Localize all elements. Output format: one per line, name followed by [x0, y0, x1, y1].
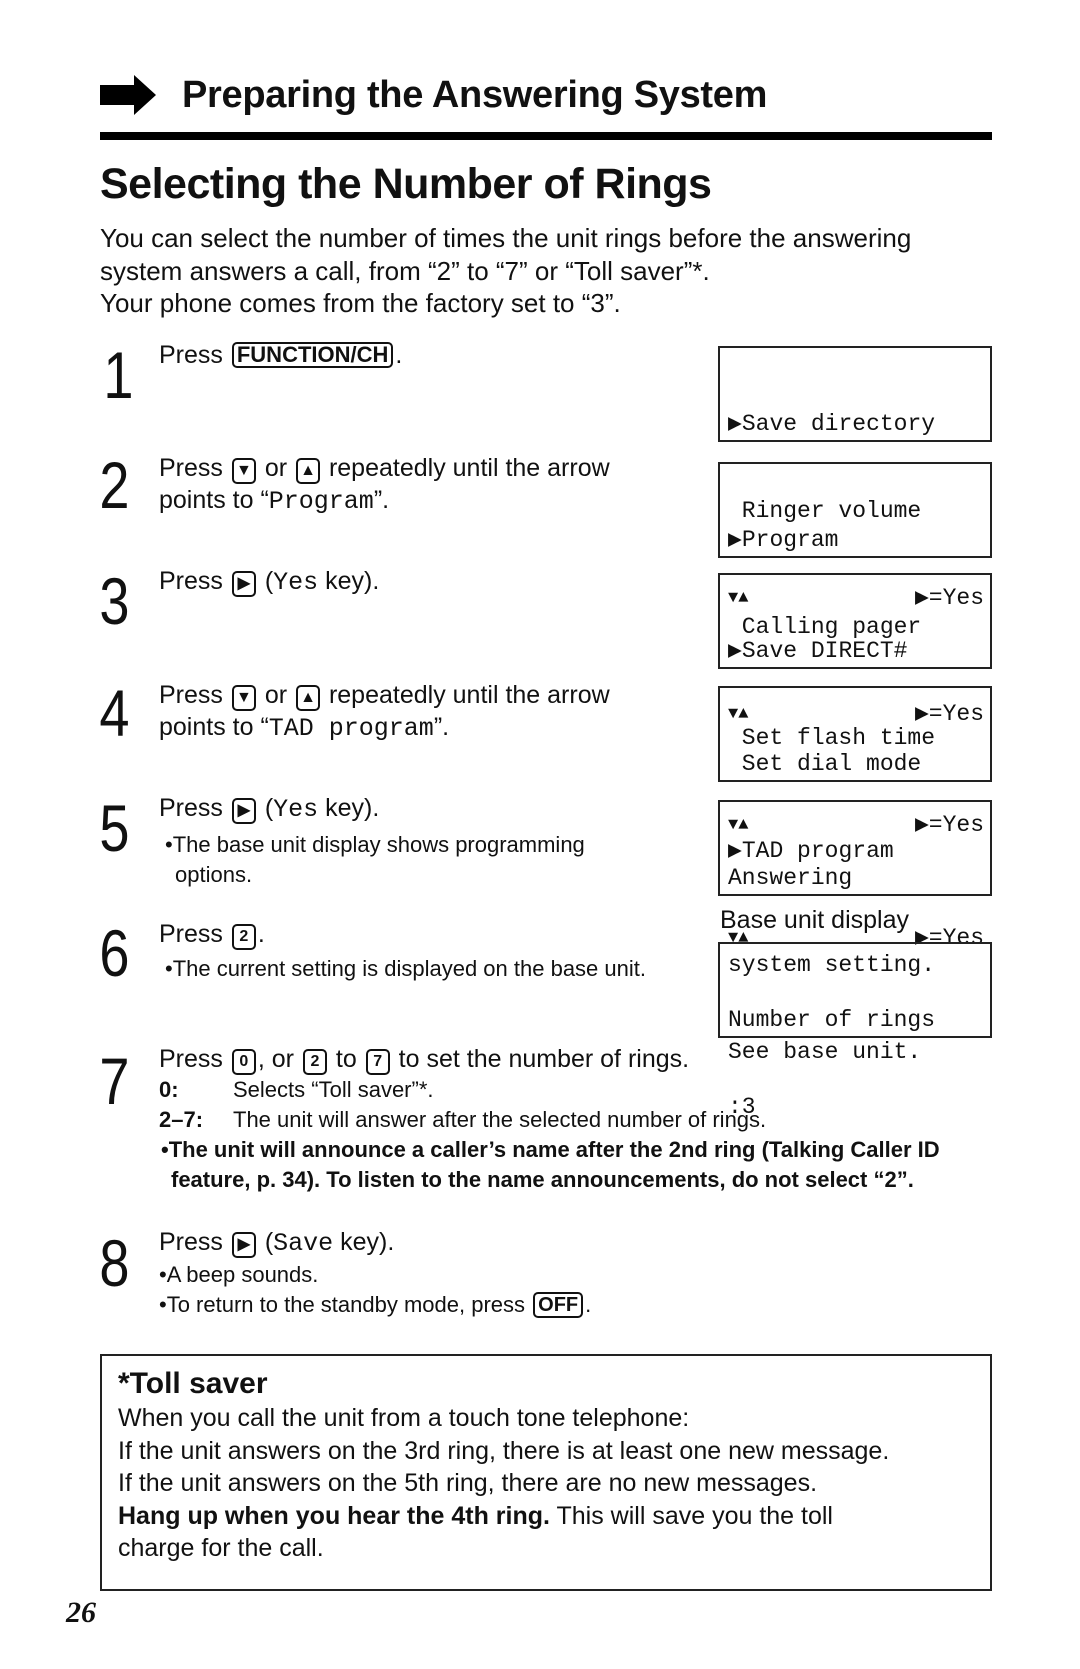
step-number: 7: [99, 1044, 130, 1118]
toll-saver-box: *Toll saver When you call the unit from …: [100, 1354, 992, 1591]
step-5-text: Press ▶ (Yes key). •The base unit displa…: [159, 792, 679, 890]
step-number: 1: [103, 338, 134, 412]
digit-2-key: 2: [231, 924, 256, 950]
header-rule: [100, 132, 992, 140]
toll-saver-line: If the unit answers on the 5th ring, the…: [118, 1469, 818, 1497]
intro-line: You can select the number of times the u…: [100, 223, 912, 253]
step-number: 2: [99, 448, 130, 522]
step-number: 8: [99, 1226, 130, 1300]
step-number: 6: [99, 916, 130, 990]
step-1-text: Press FUNCTION/CH.: [159, 341, 403, 369]
section-header: Preparing the Answering System: [100, 70, 767, 120]
base-unit-display-label: Base unit display: [720, 906, 910, 934]
handset-display-2: ▶Program Calling pager ▼▲ ▶=Yes: [718, 462, 992, 727]
intro-line: system answers a call, from “2” to “7” o…: [100, 255, 710, 286]
arrow-right-icon: [100, 75, 156, 115]
intro-paragraph: You can select the number of times the u…: [100, 222, 1000, 320]
toll-saver-line: charge for the call.: [118, 1534, 324, 1562]
step-note: •The current setting is displayed on the…: [165, 956, 646, 981]
page-number: 26: [66, 1596, 96, 1629]
right-key-icon: ▶: [231, 1232, 256, 1258]
off-key: OFF: [533, 1292, 584, 1318]
up-key-icon: ▲: [296, 685, 320, 711]
step-4-text: Press ▼ or ▲ repeatedly until the arrow …: [159, 681, 610, 743]
step-8-text: Press ▶ (Save key). •A beep sounds. •To …: [159, 1226, 759, 1320]
step-number: 3: [99, 564, 130, 638]
down-key-icon: ▼: [231, 458, 256, 484]
step-note: •To return to the standby mode, press OF…: [159, 1292, 592, 1318]
step-2-text: Press ▼ or ▲ repeatedly until the arrow …: [159, 454, 610, 516]
toll-saver-title: *Toll saver: [118, 1367, 268, 1400]
digit-0-key: 0: [231, 1049, 256, 1075]
step-number: 4: [99, 676, 130, 750]
section-title: Preparing the Answering System: [182, 73, 768, 116]
function-ch-key: FUNCTION/CH: [231, 342, 394, 368]
toll-saver-line: If the unit answers on the 3rd ring, the…: [118, 1436, 890, 1465]
step-6-text: Press 2. •The current setting is display…: [159, 918, 679, 984]
handset-display-3: ▶Save DIRECT# Set flash time ▼▲ ▶=Yes: [718, 573, 992, 838]
handset-display-4: Set dial mode ▶TAD program ▼▲ ▶=Yes: [718, 686, 992, 951]
digit-2-key: 2: [302, 1049, 327, 1075]
down-key-icon: ▼: [231, 685, 256, 711]
step-note: •The base unit display shows programming…: [165, 832, 585, 887]
right-key-icon: ▶: [231, 798, 256, 824]
handset-display-1: ▶Save directory Ringer volume ▼▲ ▶=Yes: [718, 346, 992, 611]
toll-saver-line: When you call the unit from a touch tone…: [118, 1404, 690, 1432]
intro-line: Your phone comes from the factory set to…: [100, 288, 621, 318]
step-note: •A beep sounds.: [159, 1262, 319, 1287]
page-title: Selecting the Number of Rings: [100, 160, 712, 208]
right-key-icon: ▶: [231, 571, 256, 597]
step-3-text: Press ▶ (Yes key).: [159, 567, 380, 597]
toll-saver-line: Hang up when you hear the 4th ring. This…: [118, 1501, 833, 1530]
digit-7-key: 7: [365, 1049, 390, 1075]
base-unit-display: Number of rings :3: [718, 942, 992, 1120]
step-number: 5: [99, 791, 130, 865]
handset-display-5: Answering system setting. See base unit.: [718, 800, 992, 1065]
up-key-icon: ▲: [296, 458, 320, 484]
